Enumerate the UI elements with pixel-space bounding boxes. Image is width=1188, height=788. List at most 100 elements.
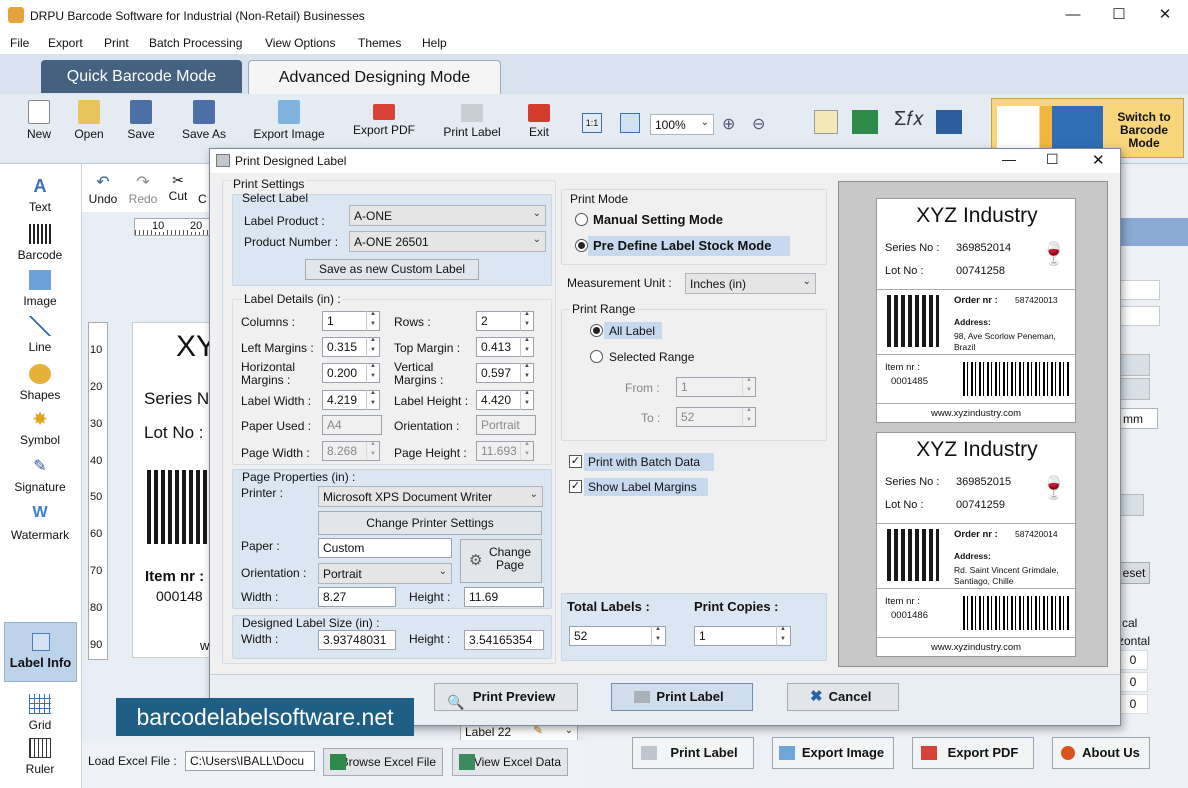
sidebar-item-barcode[interactable]: Barcode xyxy=(2,224,78,262)
sidebar-item-symbol[interactable]: ✸ Symbol xyxy=(2,409,78,447)
canvas-item-value[interactable]: 000148 xyxy=(156,588,203,604)
save-as-button[interactable]: Save As xyxy=(178,100,230,141)
paper-input[interactable]: Custom xyxy=(318,538,452,558)
canvas-footer[interactable]: w xyxy=(200,638,209,653)
print-label-toolbar-button[interactable]: Print Label xyxy=(440,104,504,139)
vertical-margins-spinner[interactable] xyxy=(520,363,534,383)
save-button[interactable]: Save xyxy=(124,100,158,141)
change-printer-settings-button[interactable]: Change Printer Settings xyxy=(318,511,542,535)
selected-range-label[interactable]: Selected Range xyxy=(609,350,694,364)
print-label-button[interactable]: Print Label xyxy=(611,683,753,711)
batch-data-checkbox[interactable]: ✓ xyxy=(569,455,582,468)
right-select-4[interactable] xyxy=(1118,494,1144,516)
horizontal-margins-spinner[interactable] xyxy=(366,363,380,383)
canvas-series[interactable]: Series N xyxy=(144,389,209,409)
about-us-button[interactable]: About Us xyxy=(1052,737,1150,769)
manual-mode-label[interactable]: Manual Setting Mode xyxy=(593,212,723,227)
zoom-out-icon[interactable]: ⊖ xyxy=(752,114,765,134)
maximize-button[interactable]: ☐ xyxy=(1096,0,1142,32)
export-image-bottom-button[interactable]: Export Image xyxy=(772,737,894,769)
predefine-mode-label[interactable]: Pre Define Label Stock Mode xyxy=(593,238,771,253)
sidebar-item-line[interactable]: Line xyxy=(2,316,78,354)
sidebar-item-grid[interactable]: Grid xyxy=(2,694,78,732)
label-product-select[interactable]: A-ONE ⌄ xyxy=(349,205,546,226)
export-pdf-bottom-button[interactable]: Export PDF xyxy=(912,737,1034,769)
undo-button[interactable]: ↶ Undo xyxy=(88,172,118,206)
sidebar-item-text[interactable]: A Text xyxy=(2,176,78,214)
top-margin-spinner[interactable] xyxy=(520,337,534,357)
designed-height-input[interactable]: 3.54165354 xyxy=(464,630,544,650)
dialog-close-button[interactable]: ✕ xyxy=(1092,151,1105,169)
menu-export[interactable]: Export xyxy=(48,36,83,50)
tab-quick-barcode-mode[interactable]: Quick Barcode Mode xyxy=(41,60,242,93)
exit-button[interactable]: Exit xyxy=(526,104,552,139)
cut-button[interactable]: ✂ Cut xyxy=(166,172,190,203)
print-label-bottom-button[interactable]: Print Label xyxy=(632,737,754,769)
printer-select[interactable]: Microsoft XPS Document Writer ⌄ xyxy=(318,486,543,507)
print-preview-button[interactable]: 🔍 Print Preview xyxy=(434,683,578,711)
left-margins-spinner[interactable] xyxy=(366,337,380,357)
canvas-qr-code[interactable] xyxy=(147,470,209,544)
browse-excel-button[interactable]: Browse Excel File xyxy=(323,748,443,776)
redo-button[interactable]: ↷ Redo xyxy=(128,172,158,206)
columns-spinner[interactable] xyxy=(366,311,380,331)
right-spinner-1[interactable] xyxy=(1118,306,1160,326)
page-height-field[interactable]: 11.69 xyxy=(464,587,544,607)
sidebar-item-shapes[interactable]: Shapes xyxy=(2,364,78,402)
measurement-unit-select[interactable]: Inches (in) ⌄ xyxy=(685,273,816,294)
right-select-2[interactable] xyxy=(1118,354,1150,376)
save-custom-label-button[interactable]: Save as new Custom Label xyxy=(305,259,479,280)
sidebar-item-image[interactable]: Image xyxy=(2,270,78,308)
manual-mode-radio[interactable] xyxy=(575,213,588,226)
right-value-3[interactable]: 0 xyxy=(1118,694,1148,714)
right-value-1[interactable]: 0 xyxy=(1118,650,1148,670)
right-value-2[interactable]: 0 xyxy=(1118,672,1148,692)
zoom-select[interactable]: 100% ⌄ xyxy=(650,114,714,135)
rows-spinner[interactable] xyxy=(520,311,534,331)
tab-advanced-designing-mode[interactable]: Advanced Designing Mode xyxy=(248,60,501,94)
edit-pencil-icon[interactable] xyxy=(814,110,838,134)
close-button[interactable]: ✕ xyxy=(1142,0,1188,32)
selected-range-radio[interactable] xyxy=(590,350,603,363)
menu-file[interactable]: File xyxy=(10,36,29,50)
label-width-spinner[interactable] xyxy=(366,390,380,410)
all-label-radio[interactable] xyxy=(590,324,603,337)
dialog-minimize-button[interactable]: — xyxy=(1002,151,1016,167)
designed-width-input[interactable]: 3.93748031 xyxy=(318,630,396,650)
excel-path-input[interactable]: C:\Users\IBALL\Docu xyxy=(185,751,315,771)
export-pdf-button[interactable]: Export PDF xyxy=(350,104,418,137)
canvas-item[interactable]: Item nr : xyxy=(145,568,204,585)
copy-button[interactable]: C xyxy=(198,192,207,206)
change-page-button[interactable]: ⚙ Change Page xyxy=(460,539,542,583)
reset-button[interactable]: eset xyxy=(1118,562,1150,584)
page-width-field[interactable]: 8.27 xyxy=(318,587,396,607)
export-image-button[interactable]: Export Image xyxy=(248,100,330,141)
new-button[interactable]: New xyxy=(24,100,54,141)
excel-icon[interactable] xyxy=(852,110,878,134)
formula-icon[interactable]: Σ𝑓𝑥 xyxy=(894,108,924,131)
orientation-select[interactable]: Portrait ⌄ xyxy=(318,563,452,584)
view-excel-button[interactable]: View Excel Data xyxy=(452,748,568,776)
cancel-button[interactable]: ✖ Cancel xyxy=(787,683,899,711)
right-select-1[interactable] xyxy=(1118,280,1160,300)
zoom-in-icon[interactable]: ⊕ xyxy=(722,114,735,134)
product-number-select[interactable]: A-ONE 26501 ⌄ xyxy=(349,231,546,252)
menu-print[interactable]: Print xyxy=(104,36,129,50)
print-copies-spinner[interactable] xyxy=(776,626,790,646)
fit-page-icon[interactable]: 1:1 xyxy=(582,113,602,133)
batch-data-label[interactable]: Print with Batch Data xyxy=(588,455,700,469)
right-select-3[interactable] xyxy=(1118,378,1150,400)
dialog-maximize-button[interactable]: ☐ xyxy=(1046,151,1059,168)
all-label-label[interactable]: All Label xyxy=(609,324,655,338)
menu-themes[interactable]: Themes xyxy=(358,36,401,50)
sidebar-item-ruler[interactable]: Ruler xyxy=(2,738,78,776)
label-height-spinner[interactable] xyxy=(520,390,534,410)
predefine-mode-radio[interactable] xyxy=(575,239,588,252)
menu-view-options[interactable]: View Options xyxy=(265,36,335,50)
swap-arrows-icon[interactable] xyxy=(936,110,962,134)
canvas-lot[interactable]: Lot No : xyxy=(144,423,204,443)
sidebar-item-label-info[interactable]: Label Info xyxy=(4,622,77,682)
menu-help[interactable]: Help xyxy=(422,36,447,50)
sidebar-item-signature[interactable]: ✎ Signature xyxy=(2,456,78,494)
minimize-button[interactable]: — xyxy=(1050,0,1096,32)
